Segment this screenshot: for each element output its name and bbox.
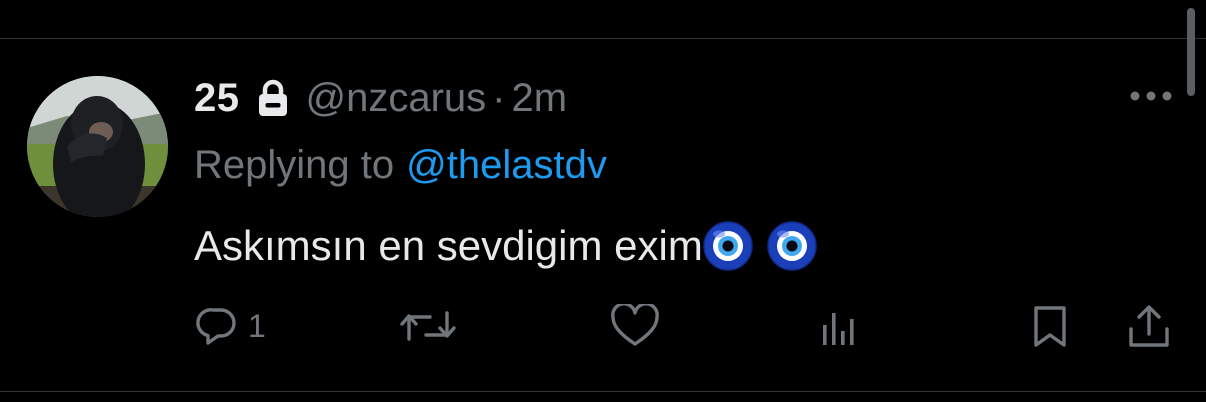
- reply-count: 1: [248, 307, 266, 344]
- lock-icon: [256, 78, 290, 118]
- bookmark-icon: [1030, 303, 1070, 349]
- reply-prefix: Replying to: [194, 142, 395, 187]
- retweet-button[interactable]: [398, 296, 458, 356]
- retweet-icon: [398, 305, 458, 347]
- tweet-body: Askımsın en sevdigim exim: [194, 222, 703, 269]
- action-bar: 1: [0, 296, 1206, 356]
- share-icon: [1126, 303, 1172, 349]
- views-button[interactable]: [820, 296, 862, 356]
- avatar-image: [27, 76, 168, 217]
- like-button[interactable]: [610, 296, 660, 356]
- more-horizontal-icon[interactable]: [1128, 86, 1174, 106]
- reply-icon: [196, 305, 238, 347]
- share-button[interactable]: [1126, 296, 1172, 356]
- tweet-card[interactable]: 25 @nzcarus · 2m Replying to @thelastdv …: [0, 0, 1206, 402]
- tweet-header: 25 @nzcarus · 2m: [194, 74, 567, 122]
- views-bar-chart-icon: [820, 305, 862, 347]
- scrollbar[interactable]: [1187, 8, 1195, 96]
- display-name[interactable]: 25: [194, 76, 240, 121]
- reply-button[interactable]: 1: [196, 296, 266, 356]
- timestamp[interactable]: 2m: [512, 76, 568, 121]
- replying-to: Replying to @thelastdv: [194, 140, 607, 190]
- nazar-amulet-icon: [767, 221, 817, 271]
- top-divider: [0, 38, 1206, 39]
- nazar-amulet-icon: [703, 221, 753, 271]
- tweet-text: Askımsın en sevdigim exim: [194, 218, 817, 274]
- heart-icon: [610, 304, 660, 348]
- user-handle[interactable]: @nzcarus: [306, 76, 487, 121]
- bottom-divider: [0, 391, 1206, 392]
- bookmark-button[interactable]: [1030, 296, 1070, 356]
- reply-target-link[interactable]: @thelastdv: [406, 143, 607, 188]
- avatar[interactable]: [27, 76, 168, 217]
- separator-dot: ·: [492, 75, 506, 120]
